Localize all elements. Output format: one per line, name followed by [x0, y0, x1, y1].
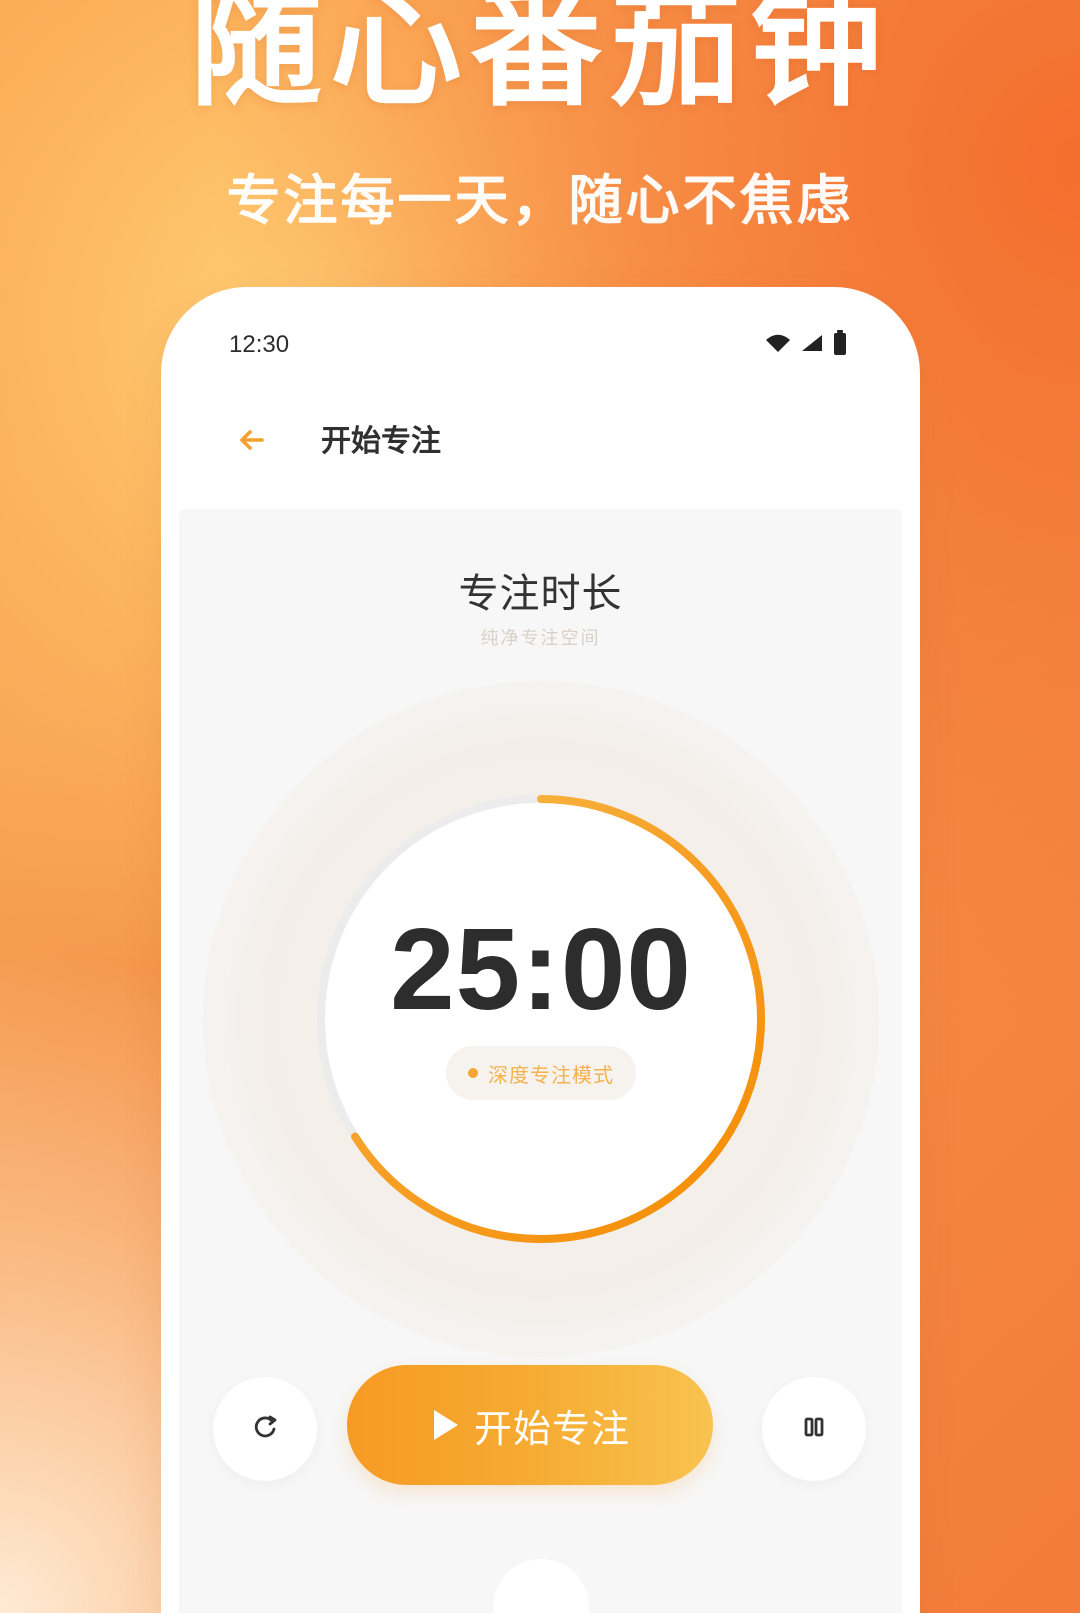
- back-button[interactable]: [231, 422, 271, 462]
- pause-icon: [799, 1412, 829, 1446]
- section-title: 专注时长: [458, 571, 623, 617]
- start-focus-label: 开始专注: [473, 1406, 630, 1451]
- status-icons: [764, 329, 848, 357]
- timer-dial: 25:00 深度专注模式: [203, 681, 879, 1357]
- pause-button[interactable]: [762, 1377, 866, 1481]
- timer-controls: 开始专注: [179, 1365, 902, 1489]
- mode-dot-icon: [468, 1068, 478, 1078]
- signal-icon: [800, 333, 824, 353]
- bottom-floating-button[interactable]: [493, 1559, 589, 1613]
- page-title: 开始专注: [321, 424, 441, 459]
- status-time: 12:30: [229, 331, 290, 358]
- focus-content: 专注时长 纯净专注空间 25:00 深度专注模式 开始专注: [179, 509, 902, 1613]
- battery-icon: [832, 329, 848, 357]
- play-icon: [433, 1410, 458, 1440]
- top-app-bar: 开始专注: [161, 392, 920, 492]
- timer-time: 25:00: [390, 904, 692, 1034]
- arrow-left-icon: [234, 423, 268, 461]
- hero-title: 随心番茄钟: [190, 0, 890, 125]
- phone-mockup: 12:30 开始专注 专注时长 纯净专注空间 25:00 深度专注模式 开始专注: [161, 287, 920, 1613]
- wifi-icon: [764, 333, 792, 353]
- mode-label: 深度专注模式: [488, 1062, 614, 1087]
- section-subtitle: 纯净专注空间: [480, 628, 601, 649]
- mode-badge: 深度专注模式: [446, 1046, 636, 1100]
- refresh-icon: [248, 1410, 282, 1448]
- hero-subtitle: 专注每一天，随心不焦虑: [226, 169, 854, 232]
- reset-button[interactable]: [213, 1377, 317, 1481]
- start-focus-button[interactable]: 开始专注: [347, 1365, 713, 1485]
